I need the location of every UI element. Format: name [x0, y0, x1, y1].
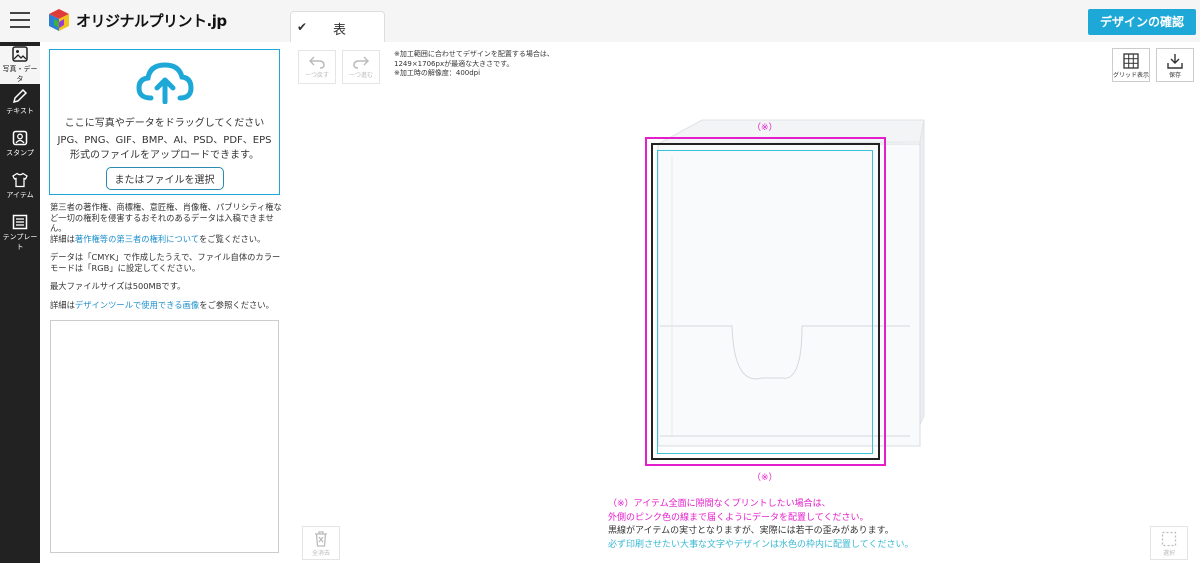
template-icon [12, 214, 28, 230]
sidebar-nav: 写真・データ テキスト スタンプ アイテム テンプレート [0, 42, 40, 563]
sidebar-item-label: テキスト [6, 107, 34, 115]
notice-line-1: （※）アイテム全面に隙間なくプリントしたい場合は、 [608, 499, 831, 509]
select-label: 選択 [1162, 550, 1175, 557]
select-file-button[interactable]: またはファイルを選択 [105, 167, 224, 190]
formats-line-2: 形式のファイルをアップロードできます。 [70, 150, 259, 161]
size-guidance: ※加工範囲に合わせてデザインを配置する場合は、 1249×1706pxが最適な大… [394, 50, 554, 79]
notice-line-2: 外側のピンク色の線まで届くようにデータを配置してください。 [608, 512, 869, 523]
safe-area-cyan-frame[interactable] [657, 150, 873, 454]
sidebar-item-label: テンプレート [2, 233, 38, 251]
logo[interactable]: オリジナルプリント.jp [48, 8, 227, 32]
save-button[interactable]: 保存 [1156, 48, 1194, 82]
notice-line-4: 必ず印刷させたい大事な文字やデザインは水色の枠内に配置してください。 [608, 539, 914, 550]
image-icon [12, 46, 28, 62]
tab-front-label: 表 [333, 23, 347, 38]
clear-all-label: 全消去 [311, 550, 330, 557]
undo-icon [309, 56, 325, 69]
save-label: 保存 [1168, 72, 1181, 79]
image-detail-suffix: をご参照ください。 [199, 299, 274, 310]
sidebar-item-item[interactable]: アイテム [0, 172, 40, 210]
download-icon [1167, 54, 1183, 69]
size-guidance-line-2: 1249×1706pxが最適な大きさです。 [394, 59, 514, 68]
uploaded-images-list[interactable] [50, 320, 279, 553]
upload-notes: 第三者の著作権、商標権、意匠権、肖像権、パブリシティ権など一切の権利を侵害するお… [50, 202, 282, 318]
undo-label: 一つ戻す [304, 72, 329, 79]
grid-toggle-button[interactable]: グリッド表示 [1112, 48, 1150, 82]
max-size-note: 最大ファイルサイズは500MBです。 [50, 281, 186, 291]
select-area-icon [1161, 531, 1177, 547]
stamp-icon [12, 130, 28, 146]
rights-detail-prefix: 詳細は [50, 233, 75, 244]
undo-button[interactable]: 一つ戻す [298, 50, 336, 84]
rights-notice: 第三者の著作権、商標権、意匠権、肖像権、パブリシティ権など一切の権利を侵害するお… [50, 202, 282, 233]
design-confirm-button[interactable]: デザインの確認 [1087, 9, 1196, 35]
cloud-upload-icon [135, 62, 194, 105]
rights-link[interactable]: 著作権等の第三者の権利について [75, 234, 199, 244]
redo-button[interactable]: 一つ進む [342, 50, 380, 84]
clear-all-button[interactable]: 全消去 [302, 526, 340, 560]
image-detail-prefix: 詳細は [50, 299, 75, 310]
formats-line-1: JPG、PNG、GIF、BMP、AI、PSD、PDF、EPS [57, 135, 272, 146]
print-area-notice: （※）アイテム全面に隙間なくプリントしたい場合は、 外側のピンク色の線まで届くよ… [608, 498, 913, 552]
upload-panel: ここに写真やデータをドラッグしてください JPG、PNG、GIF、BMP、AI、… [40, 42, 288, 563]
check-icon: ✔ [297, 20, 308, 34]
select-button[interactable]: 選択 [1150, 526, 1188, 560]
logo-text: オリジナルプリント.jp [76, 11, 227, 30]
design-canvas: 一つ戻す 一つ進む ※加工範囲に合わせてデザインを配置する場合は、 1249×1… [288, 42, 1200, 563]
sidebar-item-photo-data[interactable]: 写真・データ [0, 46, 40, 84]
size-guidance-line-1: ※加工範囲に合わせてデザインを配置する場合は、 [394, 50, 554, 58]
bleed-mark-top: （※） [752, 123, 778, 133]
sidebar-item-label: アイテム [6, 191, 34, 199]
color-mode-note: データは「CMYK」で作成したうえで、ファイル自体のカラーモードは「RGB」に設… [50, 252, 281, 273]
resolution-note: ※加工時の解像度：400dpi [394, 69, 481, 77]
grid-icon [1123, 53, 1139, 69]
grid-label: グリッド表示 [1113, 72, 1150, 79]
tab-front[interactable]: ✔ 表 [290, 11, 385, 42]
sidebar-item-stamp[interactable]: スタンプ [0, 130, 40, 168]
tshirt-icon [12, 172, 28, 188]
rights-detail-suffix: をご覧ください。 [198, 233, 266, 244]
trash-icon [315, 531, 327, 547]
sidebar-item-label: スタンプ [6, 149, 34, 157]
drag-instruction: ここに写真やデータをドラッグしてください [64, 118, 265, 129]
menu-icon[interactable] [10, 12, 30, 28]
logo-cube-icon [49, 9, 69, 31]
notice-line-3: 黒線がアイテムの実寸となりますが、実際には若干の歪みがあります。 [608, 526, 894, 536]
redo-label: 一つ進む [348, 72, 373, 79]
redo-icon [353, 56, 369, 69]
sidebar-item-text[interactable]: テキスト [0, 88, 40, 126]
usable-images-link[interactable]: デザインツールで使用できる画像 [75, 300, 199, 310]
upload-dropzone[interactable]: ここに写真やデータをドラッグしてください JPG、PNG、GIF、BMP、AI、… [49, 49, 280, 195]
pencil-icon [12, 88, 28, 104]
top-bar: オリジナルプリント.jp デザインの確認 [0, 0, 1200, 42]
sidebar-item-template[interactable]: テンプレート [0, 214, 40, 252]
sidebar-item-label: 写真・データ [2, 65, 38, 83]
bleed-mark-bottom: （※） [752, 473, 778, 483]
